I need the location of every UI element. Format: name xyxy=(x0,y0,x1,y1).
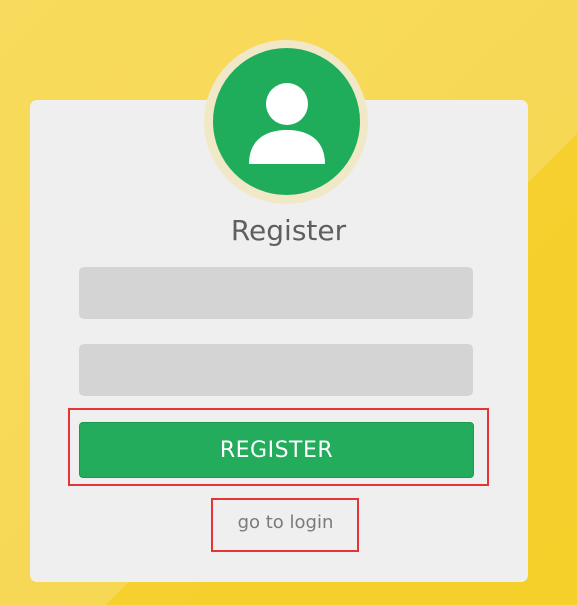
second-input-field[interactable] xyxy=(79,344,473,396)
page-title: Register xyxy=(230,214,347,247)
go-to-login-link[interactable]: go to login xyxy=(212,512,359,533)
avatar xyxy=(213,48,360,195)
register-button[interactable]: REGISTER xyxy=(79,422,474,478)
first-input-field[interactable] xyxy=(79,267,473,319)
user-icon xyxy=(248,82,325,164)
